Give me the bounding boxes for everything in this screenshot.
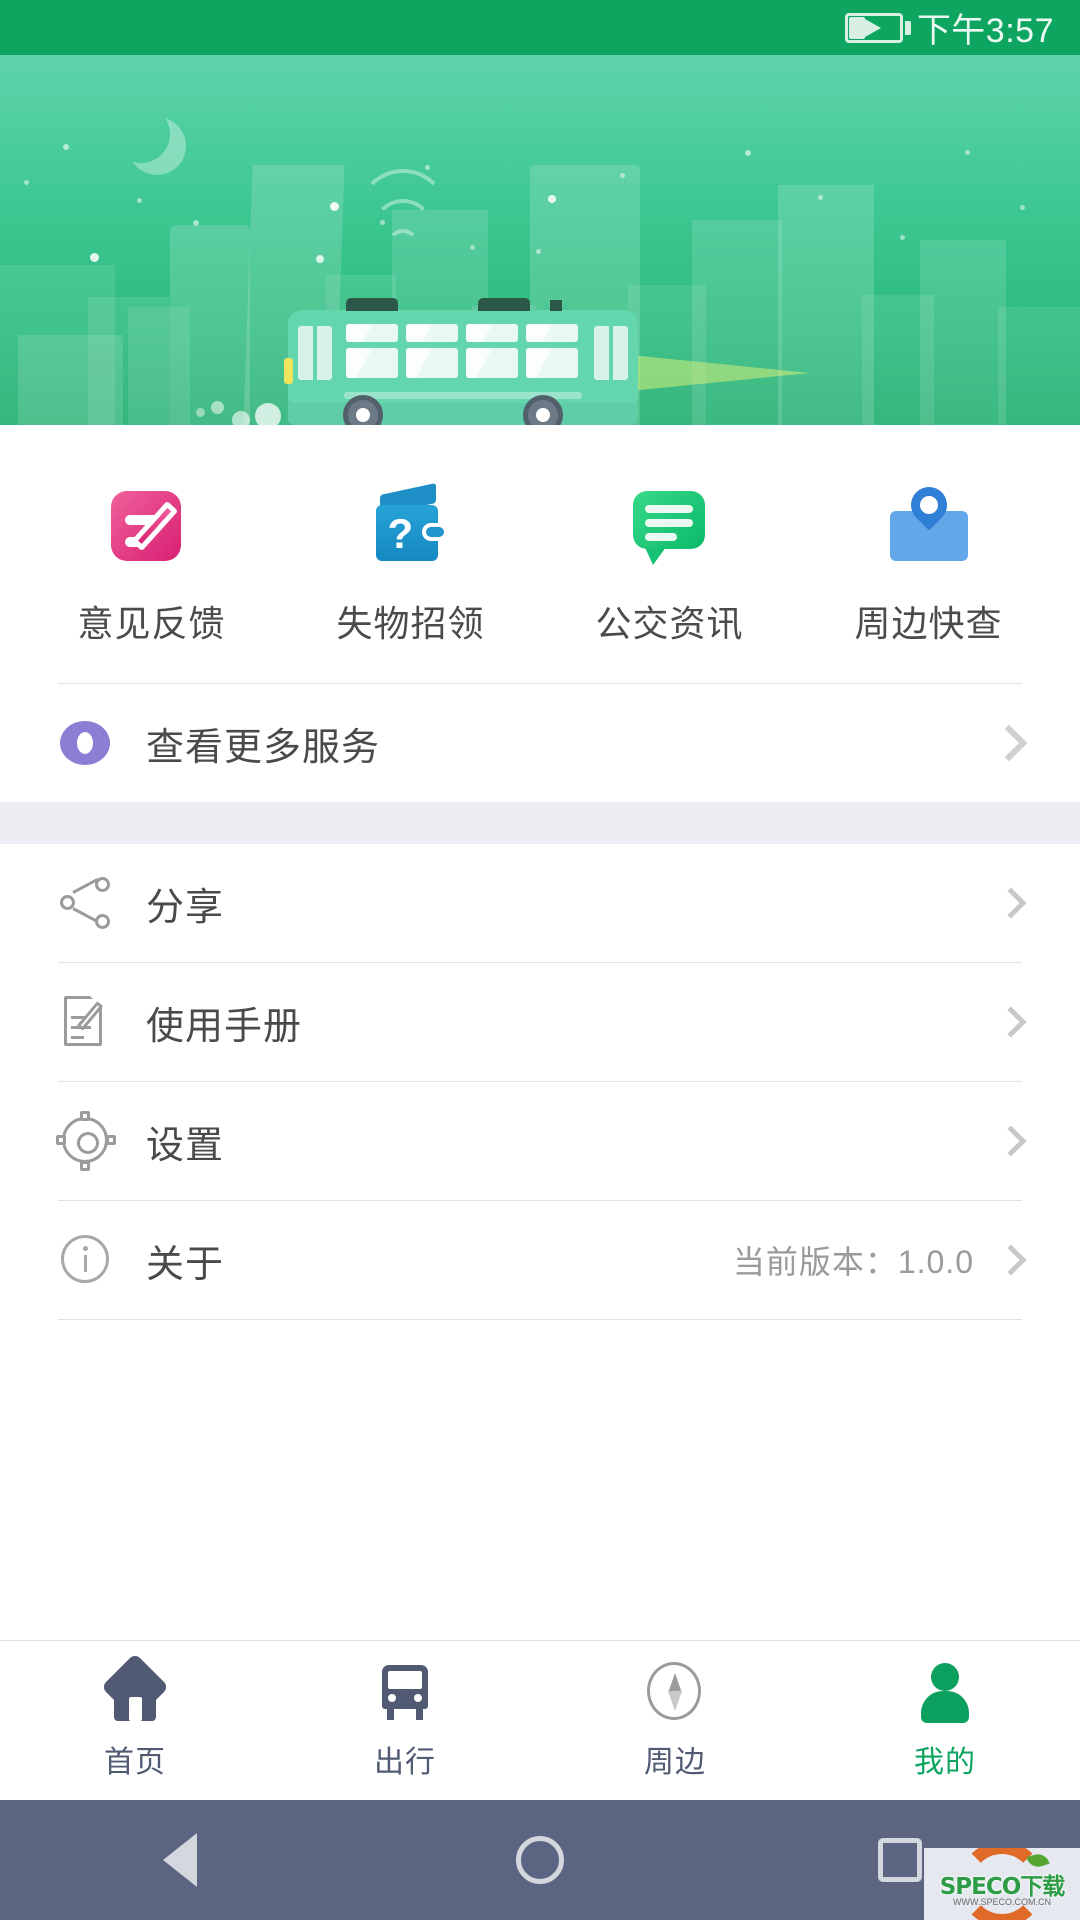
service-item-nearby-search[interactable]: 周边快查 — [799, 479, 1058, 647]
back-triangle-icon[interactable] — [151, 1831, 209, 1889]
tab-home[interactable]: 首页 — [0, 1652, 270, 1781]
service-label: 意见反馈 — [77, 603, 226, 644]
status-bar: 下午3:57 — [0, 0, 1080, 55]
chevron-right-icon — [990, 724, 1028, 762]
status-bar-clock: 下午3:57 — [916, 12, 1054, 50]
wallet-question-icon: ? — [368, 483, 454, 569]
gear-icon — [56, 1111, 116, 1171]
service-item-bus-news[interactable]: 公交资讯 — [540, 483, 799, 647]
share-icon — [58, 875, 114, 931]
content-filler — [0, 1320, 1080, 1560]
tab-mine[interactable]: 我的 — [810, 1661, 1080, 1781]
moon-icon — [112, 105, 170, 163]
tab-nearby[interactable]: 周边 — [540, 1661, 810, 1781]
recents-square-icon[interactable] — [871, 1831, 929, 1889]
wifi-signal-icon — [355, 169, 451, 261]
star-icon — [1020, 205, 1025, 210]
info-icon — [58, 1232, 114, 1288]
chevron-right-icon — [995, 887, 1027, 919]
star-icon — [965, 150, 970, 155]
star-icon — [63, 144, 69, 150]
star-icon — [24, 180, 29, 185]
exhaust-puff — [211, 401, 224, 414]
chevron-right-icon — [995, 1244, 1027, 1276]
chevron-right-icon — [995, 1125, 1027, 1157]
more-services-label: 查看更多服务 — [146, 726, 381, 769]
menu-row-manual[interactable]: 使用手册 — [0, 963, 1080, 1081]
compass-icon — [644, 1661, 706, 1723]
eye-icon — [58, 715, 114, 771]
star-icon — [90, 253, 99, 262]
service-label: 周边快查 — [854, 603, 1003, 644]
person-icon — [914, 1661, 976, 1723]
map-pin-icon — [886, 479, 972, 569]
star-icon — [425, 165, 430, 170]
exhaust-puff — [232, 411, 250, 425]
more-services-row[interactable]: 查看更多服务 — [0, 684, 1080, 802]
service-item-lost-found[interactable]: ? 失物招领 — [281, 483, 540, 647]
menu-label: 关于 — [146, 1243, 225, 1286]
service-grid: 意见反馈 ? 失物招领 公交资讯 周边快查 — [0, 425, 1080, 683]
menu-label: 设置 — [146, 1124, 225, 1167]
exhaust-puff — [255, 403, 281, 425]
tab-label: 出行 — [374, 1745, 436, 1779]
building-silhouette — [998, 307, 1080, 425]
watermark-url: WWW.SPECO.COM.CN — [953, 1897, 1051, 1907]
tab-label: 我的 — [914, 1745, 976, 1779]
menu-label: 使用手册 — [146, 1005, 303, 1048]
tab-travel[interactable]: 出行 — [270, 1661, 540, 1781]
section-gap — [0, 802, 1080, 844]
star-icon — [900, 235, 905, 240]
watermark-text: SPECO下载 — [939, 1874, 1066, 1900]
bus-illustration — [284, 298, 638, 425]
exhaust-puff — [196, 408, 205, 417]
chevron-right-icon — [995, 1006, 1027, 1038]
speco-watermark: SPECO下载 WWW.SPECO.COM.CN — [924, 1848, 1080, 1920]
tab-label: 周边 — [644, 1745, 706, 1779]
star-icon — [137, 198, 142, 203]
bottom-tab-bar: 首页 出行 周边 我的 — [0, 1640, 1080, 1800]
bus-icon — [374, 1661, 436, 1723]
menu-row-share[interactable]: 分享 — [0, 844, 1080, 962]
menu-row-about[interactable]: 关于 当前版本：1.0.0 — [0, 1201, 1080, 1319]
building-silhouette — [128, 307, 190, 425]
service-label: 公交资讯 — [595, 603, 744, 644]
building-silhouette — [692, 220, 782, 425]
battery-charging-icon — [844, 12, 911, 43]
manual-icon — [58, 994, 114, 1050]
home-circle-icon[interactable] — [511, 1831, 569, 1889]
app-version-label: 当前版本：1.0.0 — [732, 1244, 974, 1280]
menu-row-settings[interactable]: 设置 — [0, 1082, 1080, 1200]
android-navigation-bar — [0, 1800, 1080, 1920]
service-item-feedback[interactable]: 意见反馈 — [22, 483, 281, 647]
star-icon — [745, 150, 751, 156]
service-label: 失物招领 — [336, 603, 485, 644]
chat-bubble-icon — [627, 483, 713, 569]
building-silhouette — [920, 240, 1006, 425]
feedback-pencil-icon — [109, 483, 195, 569]
hero-banner — [0, 55, 1080, 425]
headlight-beam — [630, 355, 810, 391]
tab-label: 首页 — [104, 1745, 166, 1779]
menu-label: 分享 — [146, 886, 225, 929]
home-icon — [101, 1652, 169, 1723]
